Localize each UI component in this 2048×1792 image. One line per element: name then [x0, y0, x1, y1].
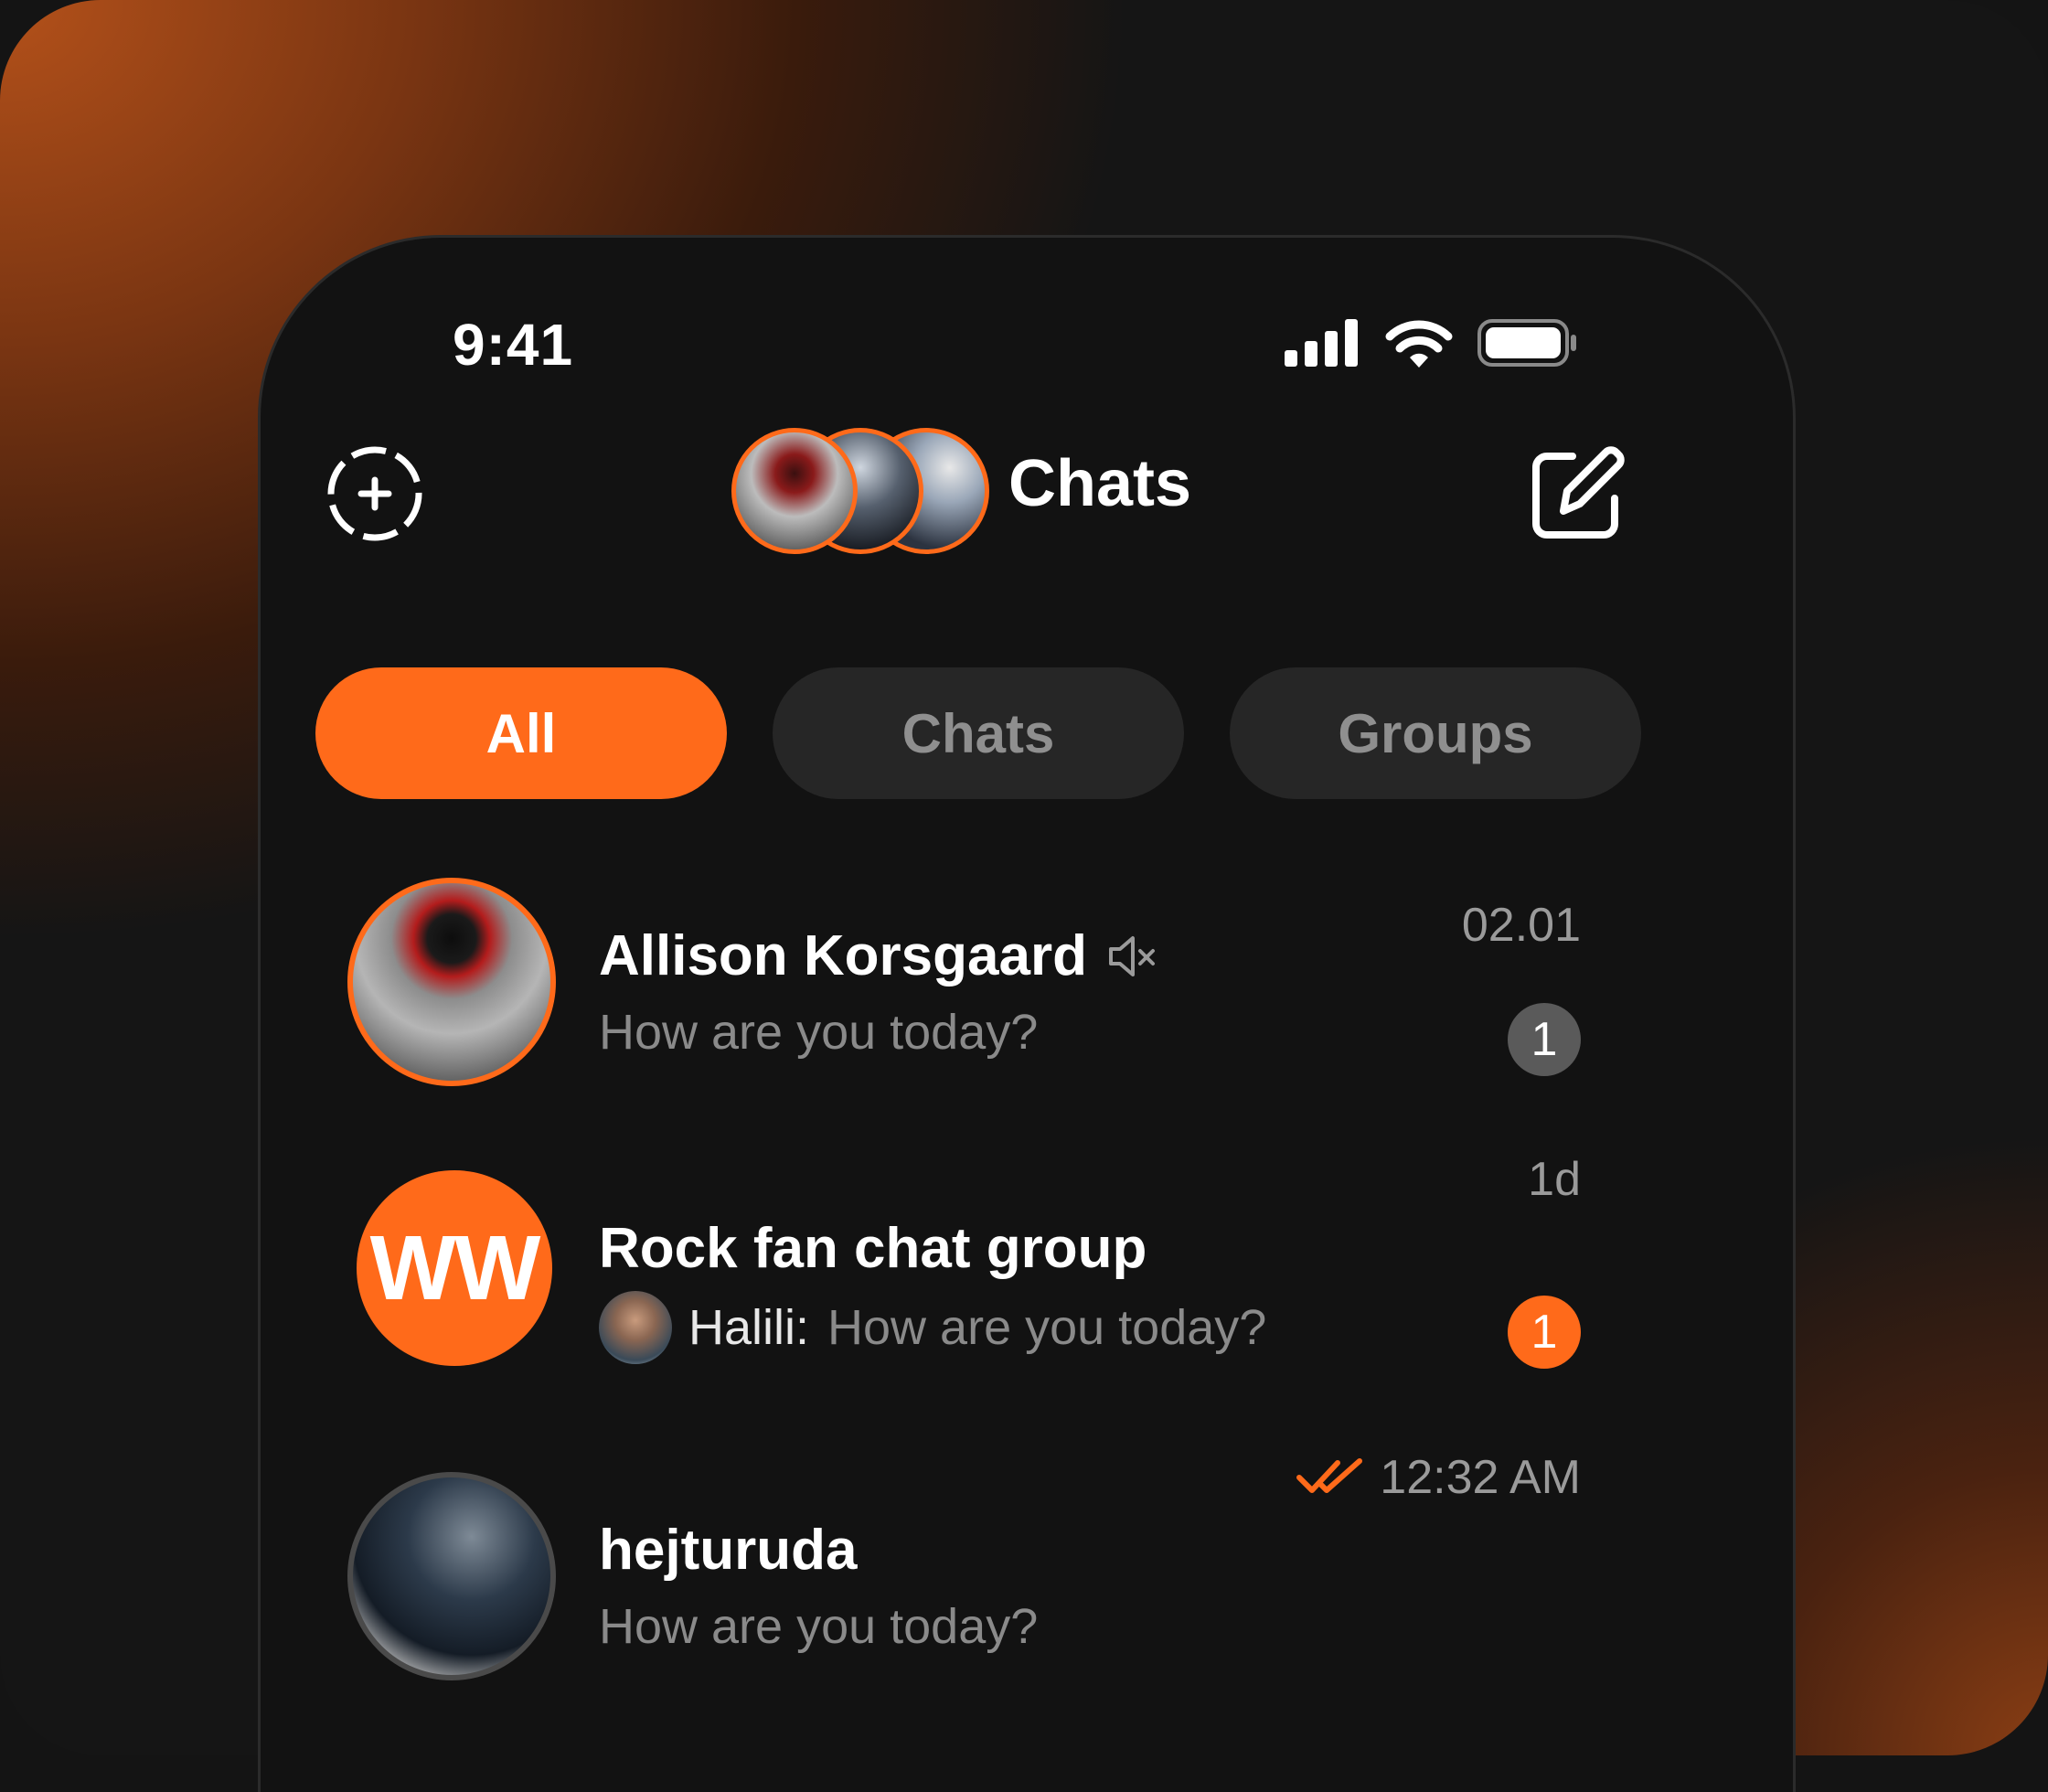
- dashed-circle-plus-icon: [327, 446, 422, 541]
- chat-time: 1d: [1528, 1152, 1581, 1207]
- chat-preview-text: How are you today?: [827, 1300, 1267, 1355]
- status-icons: [1285, 318, 1579, 368]
- chat-preview: How are you today?: [599, 1599, 1039, 1654]
- chat-name: Allison Korsgaard: [599, 923, 1158, 988]
- page-title: Chats: [1008, 447, 1192, 520]
- header-avatar-stack[interactable]: [731, 428, 989, 556]
- wifi-icon: [1385, 320, 1453, 368]
- chat-name-text: hejturuda: [599, 1519, 858, 1582]
- chat-preview: Halili: How are you today?: [599, 1291, 1266, 1364]
- tab-all[interactable]: All: [315, 667, 727, 799]
- chat-preview: How are you today?: [599, 1005, 1039, 1060]
- tab-chats[interactable]: Chats: [773, 667, 1184, 799]
- filter-tabs: All Chats Groups: [315, 667, 1641, 799]
- compose-icon: [1532, 446, 1625, 539]
- muted-icon: [1109, 935, 1155, 976]
- chat-time: 12:32 AM: [1296, 1450, 1581, 1505]
- chat-time-text: 1d: [1528, 1153, 1581, 1206]
- chat-row-hejturuda[interactable]: hejturuda How are you today? 12:32 AM: [261, 1451, 1793, 1710]
- sender-name: Halili:: [688, 1300, 810, 1355]
- chat-name: Rock fan chat group: [599, 1216, 1147, 1281]
- chat-row-allison[interactable]: Allison Korsgaard How are you today? 02.…: [261, 878, 1793, 1115]
- chat-time-text: 12:32 AM: [1380, 1451, 1581, 1504]
- chat-row-rock-fan-group[interactable]: WW Rock fan chat group Halili: How are y…: [261, 1153, 1793, 1408]
- sender-avatar: [599, 1291, 672, 1364]
- avatar: [347, 1472, 556, 1680]
- double-check-icon: [1296, 1458, 1363, 1493]
- compose-button[interactable]: [1527, 443, 1627, 549]
- avatar: [347, 878, 556, 1086]
- cellular-signal-icon: [1285, 319, 1358, 367]
- chat-time-text: 02.01: [1461, 899, 1581, 952]
- chat-name-text: Allison Korsgaard: [599, 924, 1087, 987]
- chat-name: hejturuda: [599, 1518, 857, 1583]
- phone-screen: 9:41 Chats All Chats Groups Allison Kors…: [258, 235, 1796, 1792]
- status-time: 9:41: [453, 312, 574, 378]
- unread-badge: 1: [1508, 1296, 1581, 1369]
- chat-time: 02.01: [1462, 898, 1581, 953]
- tab-groups[interactable]: Groups: [1230, 667, 1641, 799]
- chat-name-text: Rock fan chat group: [599, 1217, 1147, 1280]
- unread-badge: 1: [1508, 1003, 1581, 1076]
- group-avatar-initials: WW: [369, 1216, 541, 1319]
- add-story-button[interactable]: [325, 443, 425, 549]
- battery-icon: [1477, 319, 1576, 367]
- story-avatar-1: [731, 428, 858, 554]
- group-avatar: WW: [357, 1170, 552, 1366]
